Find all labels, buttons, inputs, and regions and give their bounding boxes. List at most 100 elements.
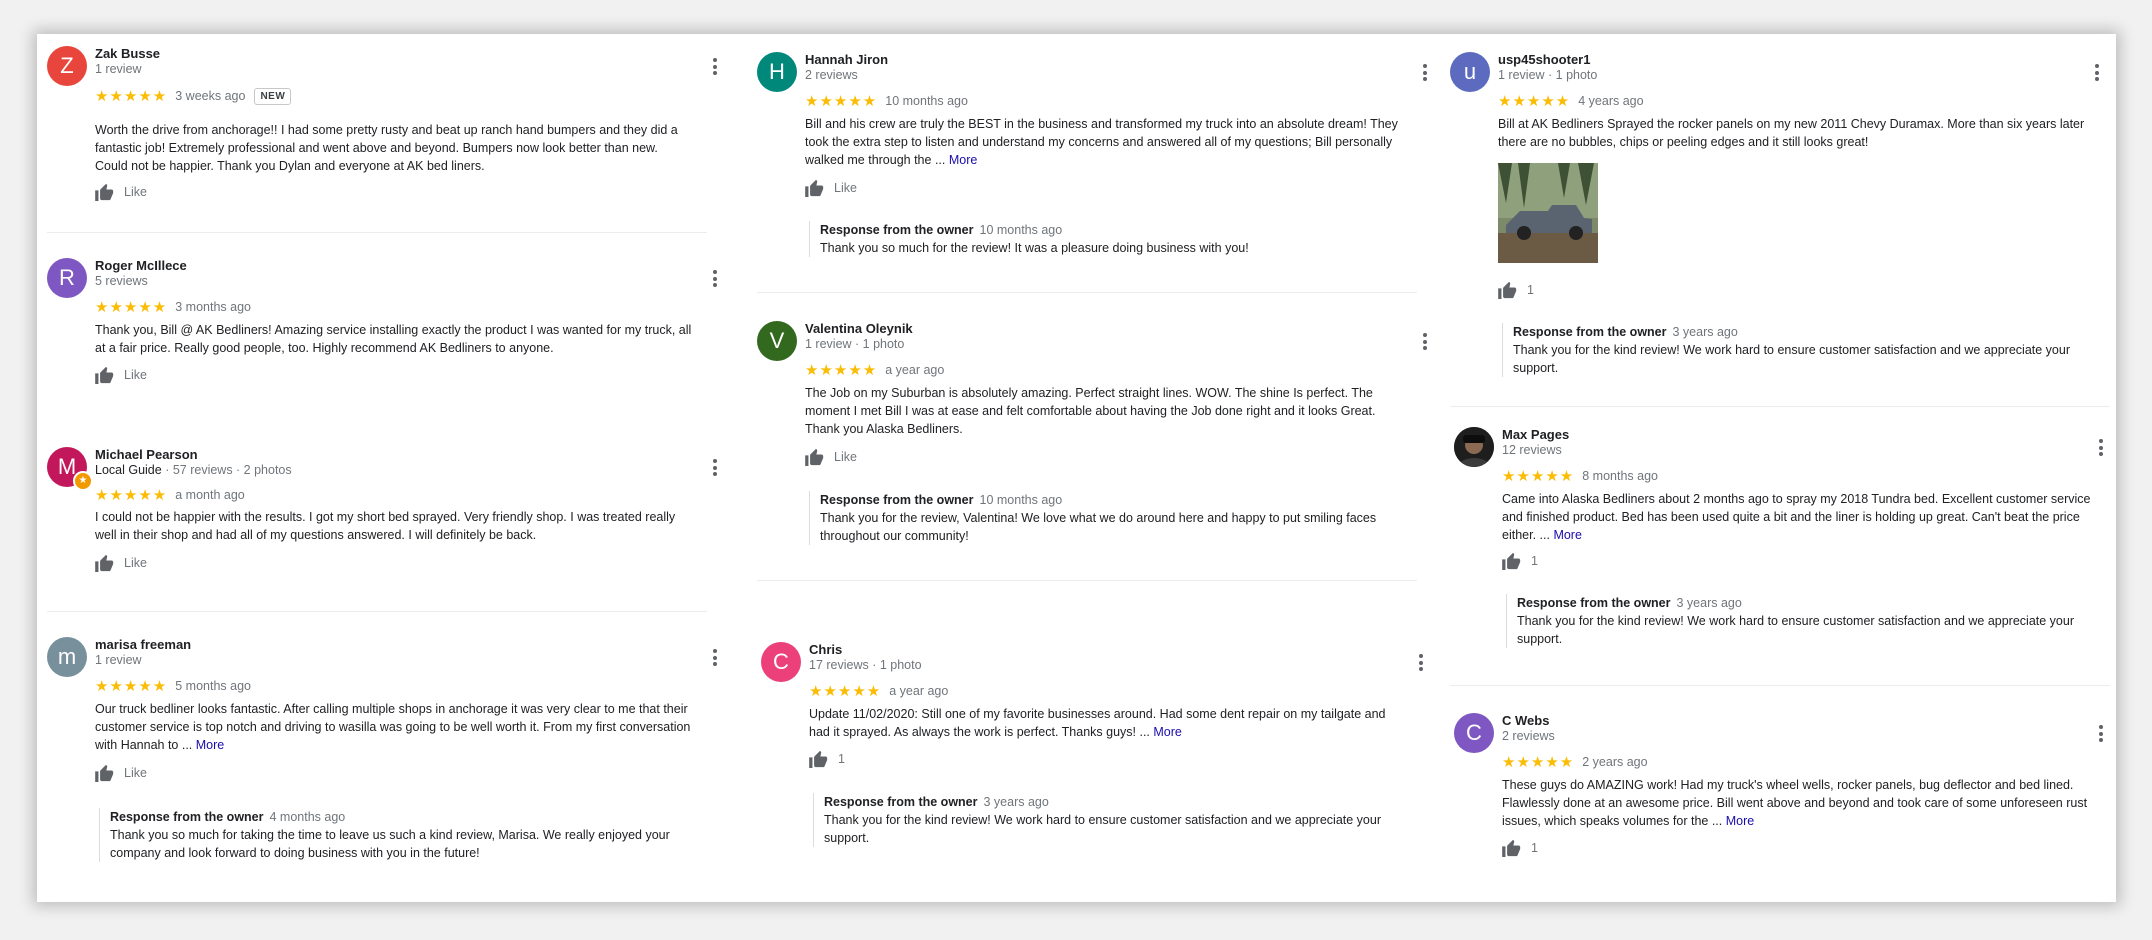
more-options-icon[interactable]	[2099, 439, 2103, 459]
review-text: Came into Alaska Bedliners about 2 month…	[1502, 490, 2102, 544]
rating: ★★★★★ 3 weeks ago NEW	[95, 87, 292, 105]
reviews-column-1: Z Zak Busse 1 review ★★★★★ 3 weeks ago N…	[47, 34, 737, 902]
more-link[interactable]: More	[1553, 528, 1581, 542]
like-count: 1	[838, 752, 845, 766]
reviewer-name[interactable]: Chris	[809, 642, 842, 657]
owner-response-text: Thank you for the kind review! We work h…	[824, 813, 1381, 845]
reviewer-stats: · 57 reviews · 2 photos	[161, 463, 292, 477]
avatar[interactable]: V	[757, 321, 797, 361]
owner-response-title: Response from the owner	[820, 223, 974, 237]
more-link[interactable]: More	[1153, 725, 1181, 739]
more-options-icon[interactable]	[1423, 64, 1427, 84]
review-time: 5 months ago	[175, 679, 251, 693]
thumbs-up-icon	[1502, 552, 1521, 570]
owner-response-text: Thank you for the kind review! We work h…	[1517, 614, 2074, 646]
like-button[interactable]: 1	[1502, 839, 1538, 857]
review-card: H Hannah Jiron 2 reviews ★★★★★ 10 months…	[757, 52, 1447, 302]
like-button[interactable]: 1	[1498, 281, 1534, 299]
divider	[1450, 406, 2110, 407]
owner-response-title: Response from the owner	[1517, 596, 1671, 610]
thumbs-up-icon	[95, 764, 114, 782]
rating: ★★★★★ 3 months ago	[95, 298, 251, 316]
owner-response: Response from the owner 10 months ago Tha…	[809, 221, 1420, 257]
review-text-body: These guys do AMAZING work! Had my truck…	[1502, 778, 2088, 828]
avatar[interactable]: m	[47, 637, 87, 677]
reviewer-meta: 1 review · 1 photo	[1498, 68, 1598, 82]
reviewer-name[interactable]: Hannah Jiron	[805, 52, 888, 67]
divider	[1450, 685, 2110, 686]
owner-response-title: Response from the owner	[1513, 325, 1667, 339]
like-button[interactable]: Like	[805, 179, 857, 197]
review-photo[interactable]	[1498, 163, 1598, 263]
avatar[interactable]: u	[1450, 52, 1490, 92]
review-time: a year ago	[885, 363, 945, 377]
thumbs-up-icon	[805, 179, 824, 197]
avatar[interactable]: C	[761, 642, 801, 682]
star-rating: ★★★★★	[805, 362, 878, 379]
review-text-body: Our truck bedliner looks fantastic. Afte…	[95, 702, 691, 752]
reviewer-name[interactable]: C Webs	[1502, 713, 1549, 728]
rating: ★★★★★ 5 months ago	[95, 677, 251, 695]
owner-response-title: Response from the owner	[824, 795, 978, 809]
more-options-icon[interactable]	[2099, 725, 2103, 745]
reviews-panel: Z Zak Busse 1 review ★★★★★ 3 weeks ago N…	[37, 34, 2116, 902]
avatar[interactable]	[1454, 427, 1494, 467]
local-guide-label: Local Guide	[95, 463, 162, 477]
more-options-icon[interactable]	[713, 459, 717, 479]
reviewer-name[interactable]: Valentina Oleynik	[805, 321, 913, 336]
reviewer-name[interactable]: Michael Pearson	[95, 447, 198, 462]
owner-response-text: Thank you so much for the review! It was…	[820, 241, 1249, 255]
star-rating: ★★★★★	[95, 678, 168, 695]
owner-response: Response from the owner 3 years ago Thank…	[1506, 594, 2097, 648]
owner-response-text: Thank you for the kind review! We work h…	[1513, 343, 2070, 375]
like-button[interactable]: 1	[809, 750, 845, 768]
avatar[interactable]: Z	[47, 46, 87, 86]
avatar[interactable]: C	[1454, 713, 1494, 753]
reviewer-meta: 1 review	[95, 653, 142, 667]
reviewer-name[interactable]: usp45shooter1	[1498, 52, 1590, 67]
divider	[757, 580, 1417, 581]
review-card: C C Webs 2 reviews ★★★★★ 2 years ago The…	[1454, 713, 2116, 902]
more-options-icon[interactable]	[1423, 333, 1427, 353]
review-text: Worth the drive from anchorage!! I had s…	[95, 123, 678, 173]
more-link[interactable]: More	[196, 738, 224, 752]
thumbs-up-icon	[1498, 281, 1517, 299]
more-options-icon[interactable]	[713, 649, 717, 669]
like-button[interactable]: 1	[1502, 552, 1538, 570]
new-badge: NEW	[254, 87, 292, 105]
reviewer-name[interactable]: Max Pages	[1502, 427, 1569, 442]
reviewer-name[interactable]: Roger McIllece	[95, 258, 187, 273]
divider	[757, 292, 1417, 293]
like-button[interactable]: Like	[95, 764, 147, 782]
rating: ★★★★★ 4 years ago	[1498, 92, 1644, 110]
like-button[interactable]: Like	[95, 183, 147, 201]
reviewer-name[interactable]: marisa freeman	[95, 637, 191, 652]
owner-response: Response from the owner 10 months ago Tha…	[809, 491, 1420, 545]
avatar[interactable]: R	[47, 258, 87, 298]
star-rating: ★★★★★	[1498, 93, 1571, 110]
like-count: 1	[1527, 283, 1534, 297]
more-options-icon[interactable]	[713, 270, 717, 290]
review-time: 3 weeks ago	[175, 89, 246, 103]
reviewer-name[interactable]: Zak Busse	[95, 46, 160, 61]
reviewer-meta: 1 review	[95, 62, 142, 76]
like-button[interactable]: Like	[805, 448, 857, 466]
owner-response-time: 4 months ago	[269, 810, 346, 824]
review-text-body: Bill and his crew are truly the BEST in …	[805, 117, 1398, 167]
review-text: Bill and his crew are truly the BEST in …	[805, 115, 1403, 169]
star-rating: ★★★★★	[95, 487, 168, 504]
review-time: 4 years ago	[1578, 94, 1644, 108]
more-options-icon[interactable]	[1419, 654, 1423, 674]
like-button[interactable]: Like	[95, 554, 147, 572]
avatar[interactable]: H	[757, 52, 797, 92]
rating: ★★★★★ a month ago	[95, 486, 245, 504]
reviews-column-2: H Hannah Jiron 2 reviews ★★★★★ 10 months…	[757, 34, 1447, 902]
more-options-icon[interactable]	[713, 58, 717, 78]
rating: ★★★★★ a year ago	[805, 361, 944, 379]
more-link[interactable]: More	[1726, 814, 1754, 828]
local-guide-star-icon: ★	[73, 471, 93, 491]
like-button[interactable]: Like	[95, 366, 147, 384]
more-link[interactable]: More	[949, 153, 977, 167]
more-options-icon[interactable]	[2095, 64, 2099, 84]
like-label: Like	[834, 450, 857, 464]
